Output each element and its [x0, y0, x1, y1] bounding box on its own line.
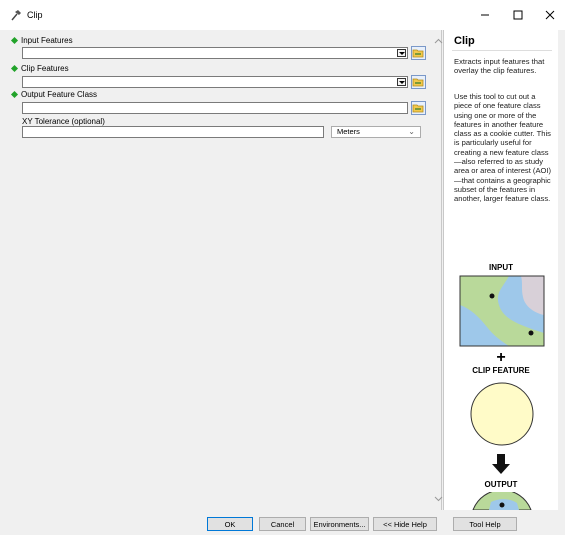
output-diagram-image [472, 492, 532, 510]
parameters-panel: Input Features Clip Features Output Feat… [8, 30, 443, 510]
output-feature-class-browse-button[interactable] [411, 101, 426, 115]
help-title: Clip [454, 35, 475, 47]
minimize-button[interactable] [467, 4, 503, 26]
clip-features-combo[interactable] [22, 76, 408, 88]
input-features-combo[interactable] [22, 47, 408, 59]
input-features-label-text: Input Features [21, 36, 73, 45]
hide-help-button[interactable]: << Hide Help [373, 517, 437, 531]
help-body: Use this tool to cut out a piece of one … [454, 92, 552, 204]
folder-icon [412, 49, 424, 58]
folder-icon [412, 104, 424, 113]
environments-button[interactable]: Environments... [310, 517, 369, 531]
minimize-icon [481, 14, 489, 16]
folder-icon [412, 78, 424, 87]
clip-features-browse-button[interactable] [411, 75, 426, 89]
clip-feature-circle-image [470, 382, 534, 446]
hammer-icon [11, 10, 21, 21]
xy-tolerance-unit-select[interactable]: Meters ⌄ [331, 126, 421, 138]
xy-tolerance-input[interactable] [22, 126, 324, 138]
arrow-down-icon [492, 454, 510, 474]
output-feature-class-label: Output Feature Class [10, 90, 98, 99]
help-divider [452, 50, 552, 51]
ok-button[interactable]: OK [207, 517, 253, 531]
input-features-label: Input Features [10, 36, 73, 45]
dropdown-arrow-icon[interactable] [397, 49, 406, 57]
scroll-down-icon[interactable] [434, 496, 443, 502]
close-icon [545, 10, 555, 20]
required-marker-icon [10, 64, 19, 73]
diagram-plus-sign: + [496, 349, 506, 366]
xy-tolerance-label: XY Tolerance (optional) [22, 117, 105, 126]
diagram-input-label: INPUT [489, 263, 513, 272]
clip-features-label: Clip Features [10, 64, 69, 73]
clip-features-label-text: Clip Features [21, 64, 69, 73]
diagram-clip-label: CLIP FEATURE [472, 366, 530, 375]
required-marker-icon [10, 90, 19, 99]
output-feature-class-label-text: Output Feature Class [21, 90, 98, 99]
close-button[interactable] [532, 4, 565, 26]
help-summary: Extracts input features that overlay the… [454, 57, 545, 76]
dialog-footer: OK Cancel Environments... << Hide Help T… [0, 510, 565, 535]
help-panel: Clip Extracts input features that overla… [443, 30, 558, 510]
chevron-down-icon: ⌄ [408, 127, 415, 136]
scroll-up-icon[interactable] [434, 38, 443, 44]
title-bar: Clip [0, 0, 565, 30]
dropdown-arrow-icon[interactable] [397, 78, 406, 86]
xy-tolerance-unit-value: Meters [337, 127, 360, 136]
tool-help-button[interactable]: Tool Help [453, 517, 517, 531]
window-title: Clip [27, 10, 43, 20]
maximize-button[interactable] [500, 4, 536, 26]
output-feature-class-input[interactable] [22, 102, 408, 114]
maximize-icon [513, 10, 523, 20]
diagram-output-label: OUTPUT [484, 480, 518, 489]
input-features-browse-button[interactable] [411, 46, 426, 60]
input-diagram-image [459, 275, 545, 347]
cancel-button[interactable]: Cancel [259, 517, 306, 531]
required-marker-icon [10, 36, 19, 45]
